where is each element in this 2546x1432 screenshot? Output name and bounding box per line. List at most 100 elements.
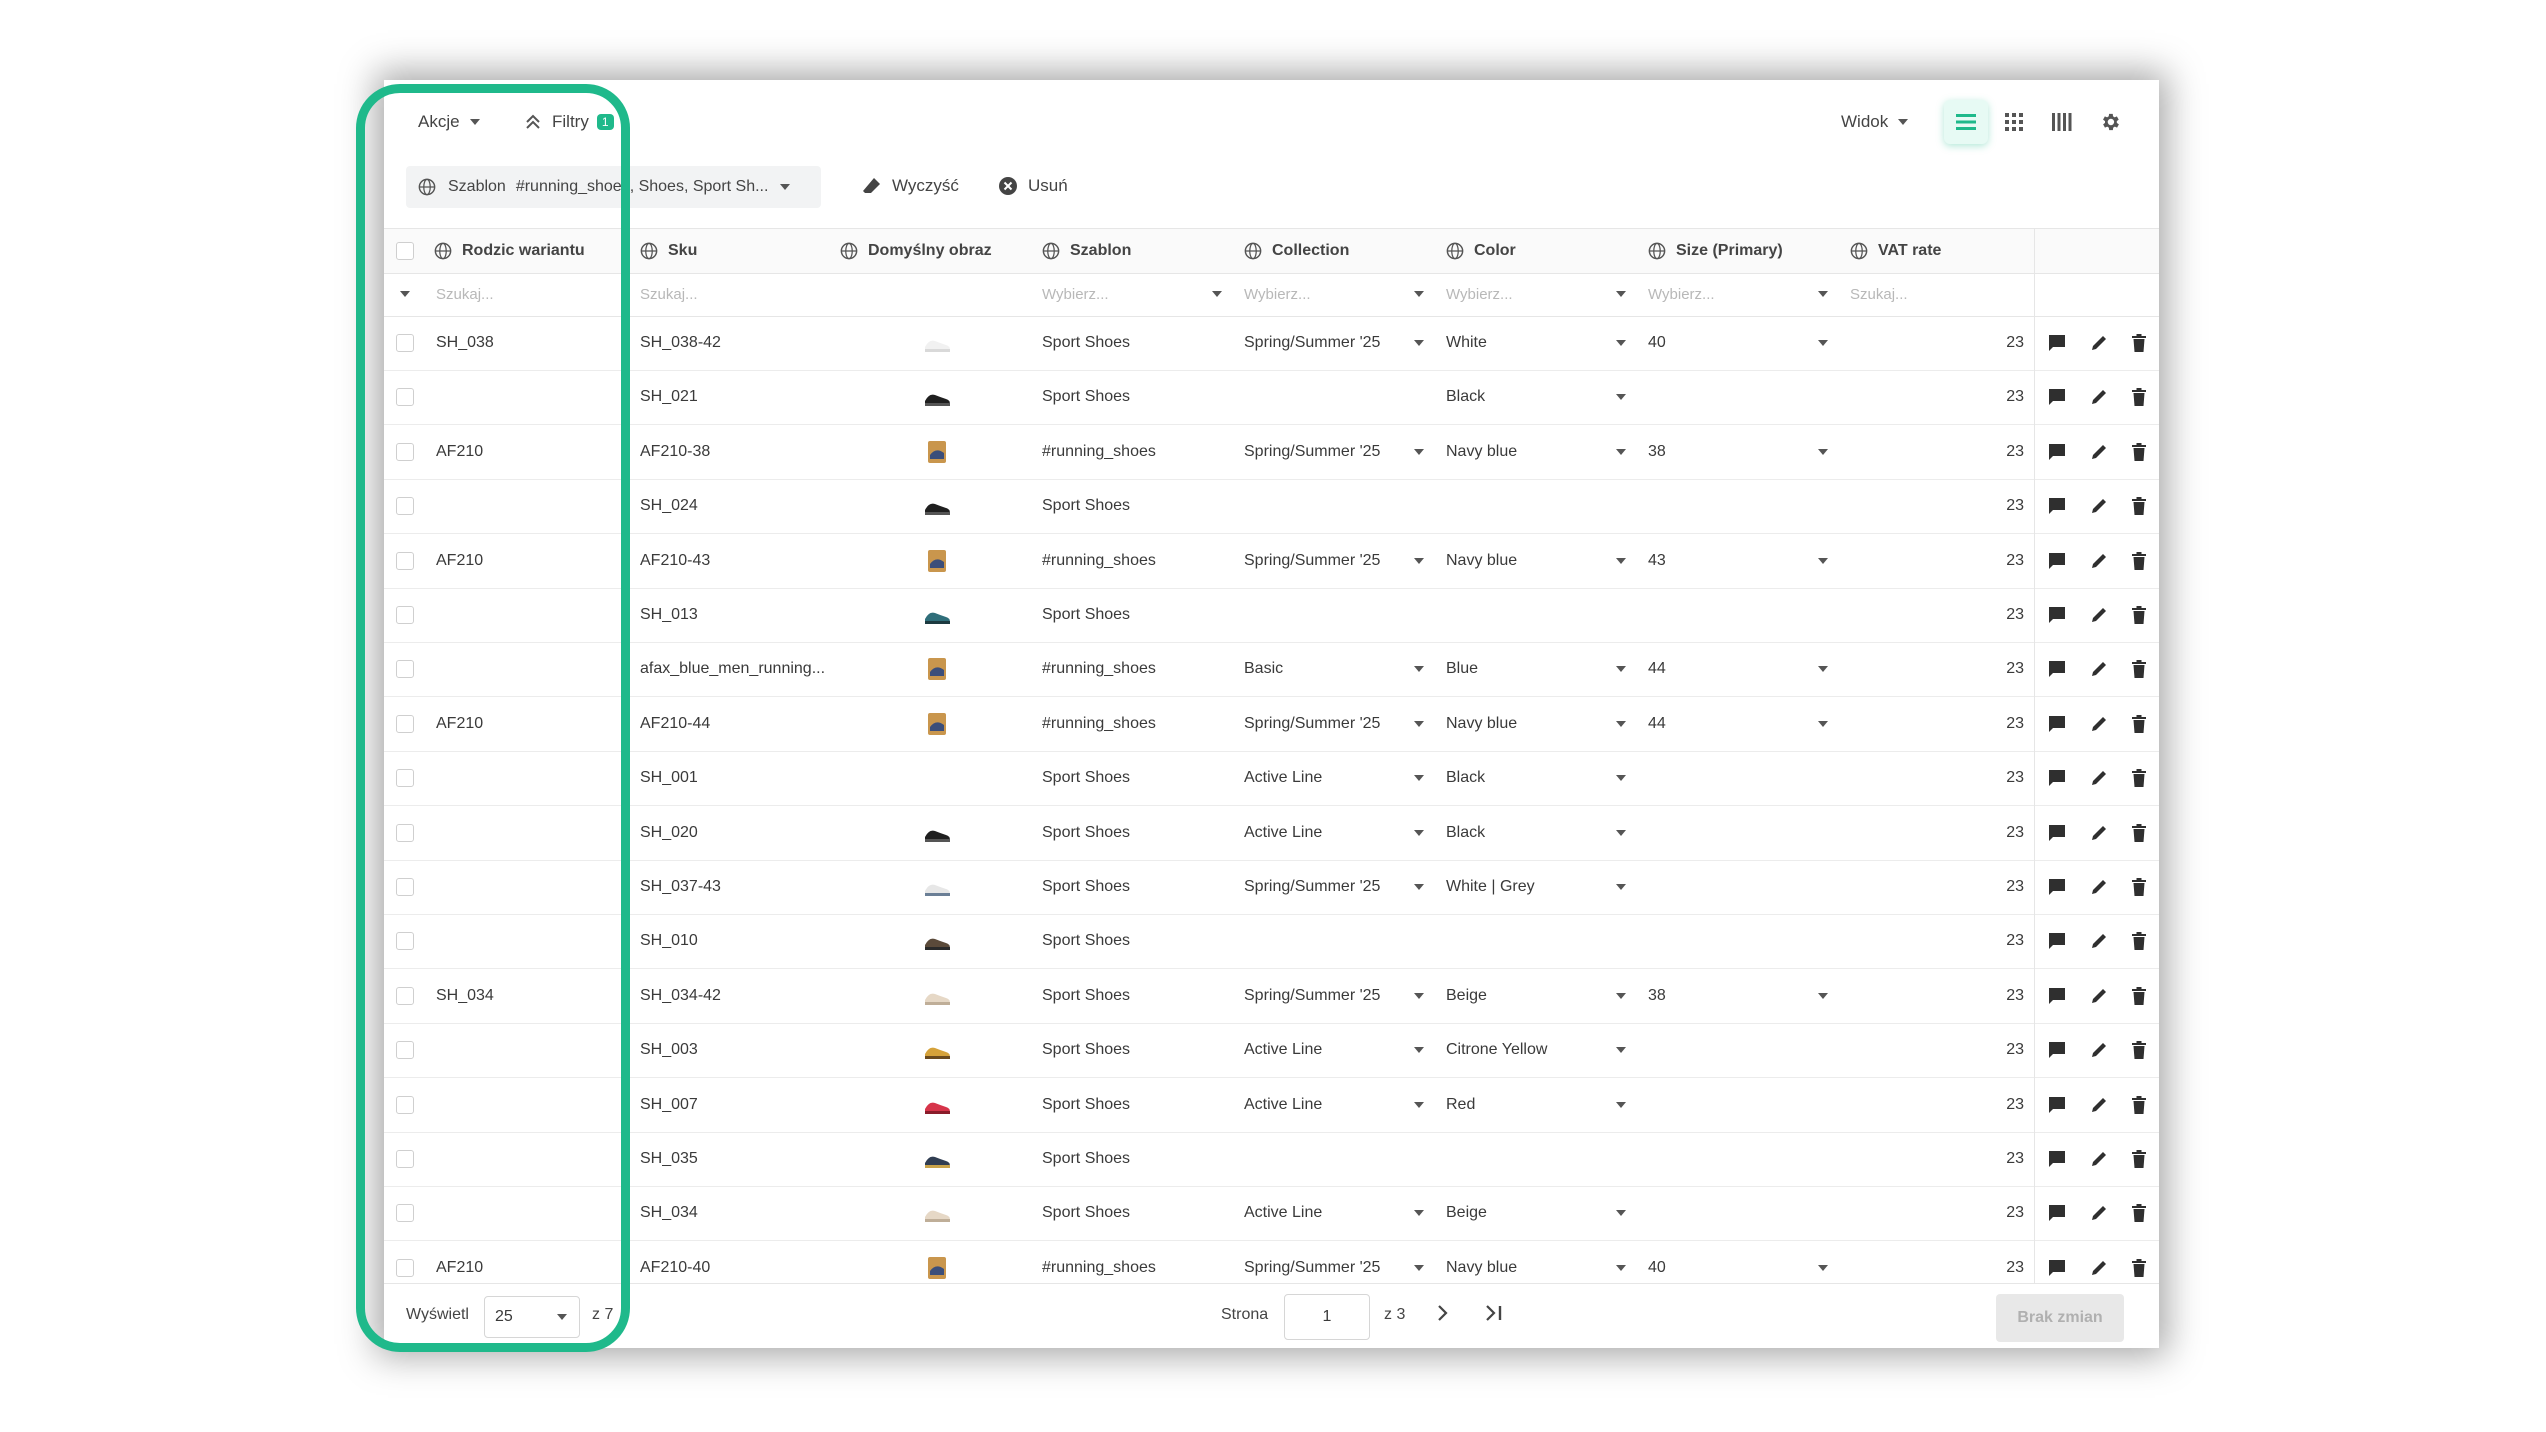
cell-sku[interactable]: SH_024	[640, 479, 830, 533]
table-row[interactable]: SH_007 Sport Shoes Active Line Red 23	[384, 1078, 2159, 1133]
cell-color[interactable]: Citrone Yellow	[1446, 1023, 1626, 1077]
cell-vat[interactable]: 23	[1850, 425, 2024, 479]
product-thumbnail-boxed-shoe[interactable]	[922, 656, 952, 682]
cell-size[interactable]	[1648, 1186, 1828, 1240]
cell-collection[interactable]: Active Line	[1244, 1186, 1424, 1240]
chevron-down-icon[interactable]	[400, 291, 410, 297]
product-thumbnail-boxed-shoe[interactable]	[922, 711, 952, 737]
cell-parent[interactable]: SH_038	[436, 316, 626, 370]
cell-vat[interactable]: 23	[1850, 534, 2024, 588]
cell-vat[interactable]: 23	[1850, 370, 2024, 424]
table-row[interactable]: AF210 AF210-44 #running_shoes Spring/Summer…	[384, 697, 2159, 752]
product-thumbnail-dark-shoe[interactable]	[922, 1146, 952, 1172]
list-view-button[interactable]	[1944, 100, 1988, 144]
cell-parent[interactable]	[436, 806, 626, 860]
cell-vat[interactable]: 23	[1850, 697, 2024, 751]
cell-parent[interactable]	[436, 479, 626, 533]
cell-size[interactable]	[1648, 860, 1828, 914]
row-checkbox[interactable]	[396, 442, 414, 461]
product-thumbnail-boxed-shoe[interactable]	[922, 548, 952, 574]
product-thumbnail-boxed-shoe[interactable]	[922, 1255, 952, 1281]
product-thumbnail-black-shoe[interactable]	[922, 820, 952, 846]
row-checkbox[interactable]	[396, 986, 414, 1005]
cell-color[interactable]: Navy blue	[1446, 425, 1626, 479]
table-row[interactable]: SH_034 Sport Shoes Active Line Beige 23	[384, 1186, 2159, 1242]
cell-collection[interactable]	[1244, 914, 1424, 968]
table-row[interactable]: SH_001 Sport Shoes Active Line Black 23	[384, 751, 2159, 807]
cell-parent[interactable]	[436, 370, 626, 424]
cell-color[interactable]: Red	[1446, 1078, 1626, 1132]
cell-collection[interactable]: Spring/Summer '25	[1244, 425, 1424, 479]
row-checkbox[interactable]	[396, 497, 414, 516]
col-header-color[interactable]: Color	[1446, 229, 1516, 273]
row-checkbox[interactable]	[396, 932, 414, 951]
cell-size[interactable]: 40	[1648, 316, 1828, 370]
cell-template[interactable]: Sport Shoes	[1042, 914, 1232, 968]
cell-color[interactable]: White	[1446, 316, 1626, 370]
cell-template[interactable]: Sport Shoes	[1042, 588, 1232, 642]
cell-size[interactable]	[1648, 588, 1828, 642]
cell-vat[interactable]: 23	[1850, 642, 2024, 696]
cell-size[interactable]: 43	[1648, 534, 1828, 588]
table-row[interactable]: SH_003 Sport Shoes Active Line Citrone Yell…	[384, 1023, 2159, 1079]
cell-template[interactable]: Sport Shoes	[1042, 860, 1232, 914]
cell-color[interactable]: Navy blue	[1446, 534, 1626, 588]
select-all-checkbox[interactable]	[396, 242, 414, 260]
cell-parent[interactable]	[436, 1023, 626, 1077]
col-header-image[interactable]: Domyślny obraz	[840, 229, 992, 273]
cell-size[interactable]	[1648, 914, 1828, 968]
cell-template[interactable]: #running_shoes	[1042, 425, 1232, 479]
cell-template[interactable]: Sport Shoes	[1042, 1132, 1232, 1186]
cell-collection[interactable]: Spring/Summer '25	[1244, 860, 1424, 914]
grid-view-button[interactable]	[1992, 100, 2036, 144]
cell-size[interactable]	[1648, 479, 1828, 533]
cell-vat[interactable]: 23	[1850, 806, 2024, 860]
cell-collection[interactable]: Active Line	[1244, 751, 1424, 805]
product-thumbnail-beige-shoe[interactable]	[922, 983, 952, 1009]
cell-vat[interactable]: 23	[1850, 1023, 2024, 1077]
filters-toggle[interactable]: Filtry 1	[524, 112, 614, 132]
row-checkbox[interactable]	[396, 1150, 414, 1168]
page-size-select[interactable]: 25	[484, 1296, 580, 1338]
cell-collection[interactable]: Spring/Summer '25	[1244, 969, 1424, 1023]
row-checkbox[interactable]	[396, 1095, 414, 1114]
table-row[interactable]: SH_013 Sport Shoes 23	[384, 588, 2159, 643]
cell-size[interactable]: 38	[1648, 425, 1828, 479]
row-checkbox[interactable]	[396, 1204, 414, 1223]
product-thumbnail-white-shoe[interactable]	[922, 330, 952, 356]
cell-sku[interactable]: SH_034	[640, 1186, 830, 1240]
filter-size-select[interactable]: Wybierz...	[1648, 272, 1828, 316]
row-checkbox[interactable]	[396, 660, 414, 679]
row-checkbox[interactable]	[396, 606, 414, 624]
product-thumbnail-brown-shoe[interactable]	[922, 928, 952, 954]
cell-size[interactable]: 44	[1648, 642, 1828, 696]
row-checkbox[interactable]	[396, 334, 414, 352]
cell-parent[interactable]	[436, 1132, 626, 1186]
cell-vat[interactable]: 23	[1850, 1186, 2024, 1240]
cell-parent[interactable]	[436, 588, 626, 642]
cell-sku[interactable]: SH_013	[640, 588, 830, 642]
cell-collection[interactable]	[1244, 1132, 1424, 1186]
cell-template[interactable]: Sport Shoes	[1042, 1023, 1232, 1077]
template-filter-chip[interactable]: Szablon #running_shoes, Shoes, Sport Sh.…	[406, 166, 821, 208]
cell-color[interactable]: Black	[1446, 751, 1626, 805]
cell-vat[interactable]: 23	[1850, 751, 2024, 805]
table-row[interactable]: SH_037-43 Sport Shoes Spring/Summer '25 Whi…	[384, 860, 2159, 915]
cell-parent[interactable]	[436, 1078, 626, 1132]
next-page-button[interactable]	[1436, 1304, 1450, 1322]
cell-collection[interactable]	[1244, 479, 1424, 533]
cell-template[interactable]: Sport Shoes	[1042, 751, 1232, 805]
filter-color-select[interactable]: Wybierz...	[1446, 272, 1626, 316]
table-row[interactable]: afax_blue_men_running... #running_shoes Ba…	[384, 642, 2159, 698]
cell-template[interactable]: Sport Shoes	[1042, 806, 1232, 860]
cell-sku[interactable]: afax_blue_men_running...	[640, 642, 830, 696]
cell-collection[interactable]: Spring/Summer '25	[1244, 697, 1424, 751]
row-checkbox[interactable]	[396, 1258, 414, 1277]
cell-parent[interactable]: AF210	[436, 534, 626, 588]
cell-parent[interactable]	[436, 914, 626, 968]
cell-sku[interactable]: SH_034-42	[640, 969, 830, 1023]
cell-collection[interactable]: Active Line	[1244, 1023, 1424, 1077]
cell-size[interactable]	[1648, 1078, 1828, 1132]
view-menu[interactable]: Widok	[1841, 112, 1909, 132]
product-thumbnail-white-grey-shoe[interactable]	[922, 874, 952, 900]
